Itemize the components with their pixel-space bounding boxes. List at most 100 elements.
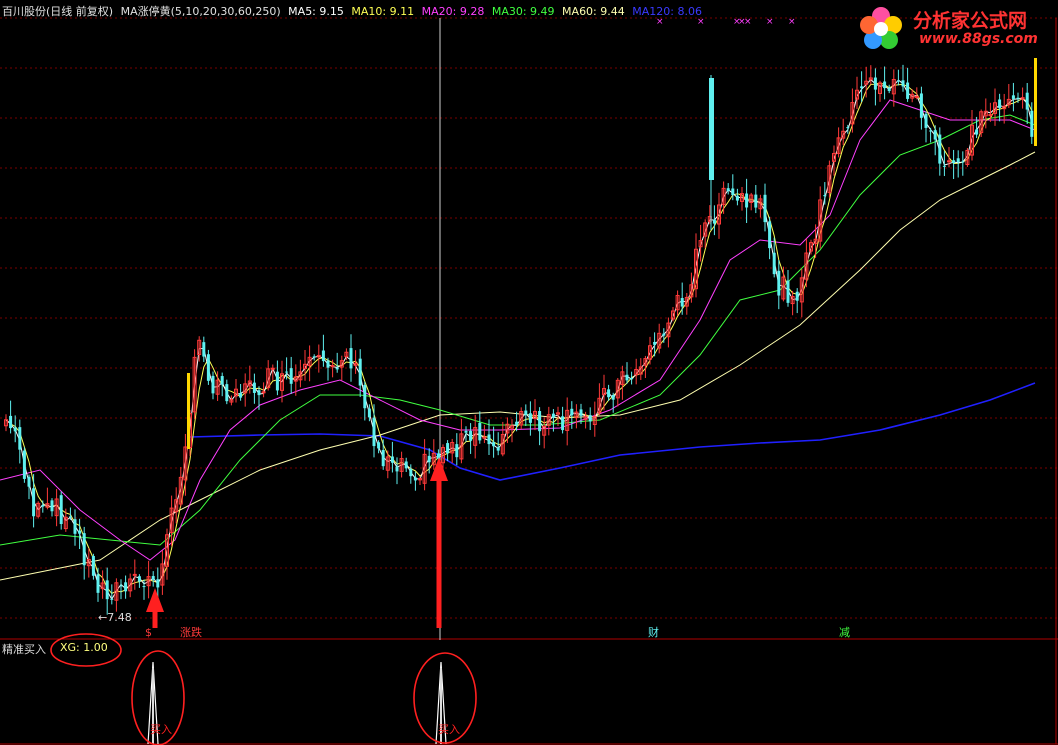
candle-body bbox=[261, 391, 266, 394]
candle bbox=[119, 579, 123, 600]
candle bbox=[307, 345, 312, 382]
candle bbox=[634, 358, 639, 385]
candle bbox=[225, 379, 229, 405]
candle bbox=[901, 64, 905, 92]
candle bbox=[671, 306, 675, 322]
candle bbox=[818, 186, 823, 249]
ma5-line bbox=[5, 78, 1033, 601]
candle bbox=[275, 360, 279, 396]
candle-body bbox=[625, 374, 629, 381]
candle-body bbox=[924, 113, 928, 128]
candle-body bbox=[142, 586, 146, 588]
candle-body bbox=[938, 134, 942, 164]
candle-body bbox=[363, 384, 367, 409]
candle-body bbox=[395, 466, 399, 472]
candle-body bbox=[211, 375, 215, 394]
candle-body bbox=[487, 434, 491, 445]
buy-signal-label: 买入 bbox=[150, 723, 172, 736]
candle-body bbox=[330, 365, 335, 368]
candle bbox=[229, 395, 234, 406]
candle-body bbox=[96, 574, 100, 593]
candle bbox=[956, 150, 960, 178]
candle-body bbox=[50, 500, 54, 512]
candle-body bbox=[469, 430, 473, 441]
candle-body bbox=[220, 376, 224, 385]
candle bbox=[50, 498, 54, 517]
candle-body bbox=[270, 367, 275, 370]
signal-panel: 买入 买入 bbox=[50, 633, 477, 745]
candle bbox=[694, 233, 698, 298]
low-price-marker: ←7.48 bbox=[98, 611, 132, 624]
candle-body bbox=[78, 530, 82, 534]
candle-body bbox=[349, 348, 353, 369]
candle-body bbox=[202, 342, 206, 357]
candle-body bbox=[551, 413, 555, 418]
candle bbox=[592, 401, 597, 437]
signal-panel-label: 精准买入 bbox=[2, 643, 46, 656]
xg-value: XG: 1.00 bbox=[60, 641, 108, 654]
candle-body bbox=[436, 453, 440, 459]
candle-body bbox=[611, 394, 615, 400]
candle bbox=[1006, 84, 1011, 109]
candle bbox=[666, 317, 671, 348]
candle-body bbox=[478, 422, 482, 441]
site-logo: 分析家公式网 www.88gs.com bbox=[853, 2, 1053, 54]
candle bbox=[45, 487, 50, 510]
candle bbox=[4, 414, 8, 432]
candle-body bbox=[662, 333, 666, 336]
candle-body bbox=[745, 193, 749, 208]
candle-body bbox=[110, 598, 114, 600]
candle bbox=[528, 401, 532, 436]
buy-signal-1: 买入 bbox=[147, 661, 172, 745]
annotations: ←7.48× × ××× × ×$ 涨跌财减 bbox=[98, 17, 850, 639]
candle-body bbox=[942, 165, 946, 167]
candle bbox=[505, 417, 510, 444]
ma5-value: MA5: 9.15 bbox=[288, 5, 344, 18]
candle bbox=[952, 149, 956, 180]
candle bbox=[151, 571, 155, 587]
candle bbox=[620, 365, 625, 400]
candle bbox=[510, 419, 514, 443]
candle bbox=[519, 407, 524, 429]
candle bbox=[929, 127, 933, 143]
candle bbox=[243, 373, 248, 407]
ma10-value: MA10: 9.11 bbox=[351, 5, 415, 18]
candle bbox=[110, 584, 114, 605]
event-marker: 财 bbox=[648, 625, 659, 639]
candle-body bbox=[206, 354, 210, 381]
flower-icon bbox=[860, 7, 902, 49]
candle-body bbox=[372, 417, 376, 447]
ma20-line bbox=[0, 99, 1036, 561]
candle-body bbox=[32, 488, 36, 517]
chart-canvas[interactable]: ←7.48× × ××× × ×$ 涨跌财减 买入 买入 bbox=[0, 0, 1058, 745]
candle bbox=[570, 401, 574, 429]
candle-body bbox=[906, 82, 910, 99]
candle-body bbox=[1025, 92, 1029, 110]
candle bbox=[961, 151, 965, 176]
candle bbox=[234, 378, 238, 403]
candle bbox=[211, 371, 215, 400]
main-panel-border bbox=[0, 18, 1058, 745]
candle bbox=[721, 181, 726, 214]
candle-body bbox=[538, 411, 542, 432]
ma30-line bbox=[0, 114, 1036, 546]
arrow-shaft bbox=[436, 479, 442, 628]
candle bbox=[698, 224, 703, 262]
candle bbox=[836, 127, 841, 158]
candle bbox=[165, 528, 169, 580]
candle-body bbox=[13, 427, 17, 432]
candle-body bbox=[726, 188, 730, 192]
candle-body bbox=[786, 280, 790, 303]
candle bbox=[252, 373, 256, 404]
chart-grid bbox=[0, 17, 1058, 619]
candle-body bbox=[455, 444, 459, 458]
ma60-value: MA60: 9.44 bbox=[562, 5, 625, 18]
candle bbox=[546, 406, 551, 436]
candle bbox=[574, 404, 579, 429]
candle-body bbox=[524, 410, 528, 415]
candle-body bbox=[446, 443, 450, 454]
candle bbox=[450, 438, 455, 464]
candle-body bbox=[607, 389, 611, 398]
candle bbox=[18, 419, 22, 464]
candlesticks[interactable] bbox=[4, 58, 1038, 615]
